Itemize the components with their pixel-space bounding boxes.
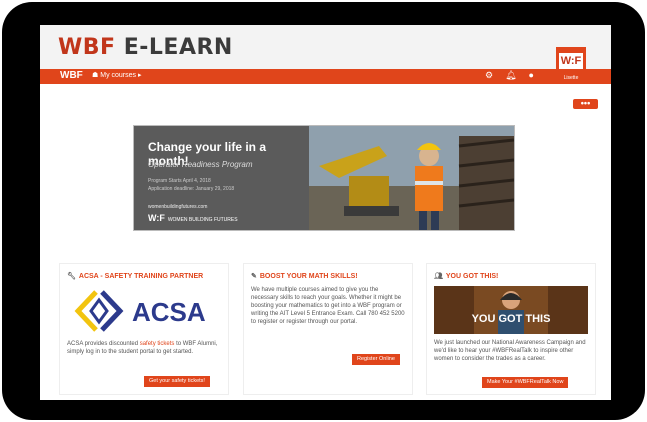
acsa-body-pre: ACSA provides discounted bbox=[67, 341, 140, 347]
get-safety-tickets-button[interactable]: Get your safety tickets! bbox=[144, 376, 210, 387]
safety-tickets-link[interactable]: safety tickets bbox=[140, 341, 175, 347]
image-caption: YOU GOT THIS bbox=[472, 313, 551, 325]
user-menu[interactable]: W:F Lisette bbox=[556, 47, 586, 84]
banner-logo-tag: WOMEN BUILDING FUTURES bbox=[167, 217, 238, 223]
group-icon: 👥︎ bbox=[434, 273, 443, 280]
math-card-title: ✎ BOOST YOUR MATH SKILLS! bbox=[251, 272, 358, 280]
you-got-this-title: 👥︎ YOU GOT THIS! bbox=[434, 272, 498, 280]
header: WBF E-LEARN bbox=[40, 25, 611, 69]
acsa-logo: ACSA bbox=[74, 290, 206, 332]
my-courses-menu[interactable]: ☗ My courses ▸ bbox=[92, 71, 141, 79]
pencil-icon: ✎ bbox=[251, 273, 257, 280]
banner-start-date: Program Starts April 4, 2018 bbox=[148, 178, 211, 184]
site-logo[interactable]: WBF E-LEARN bbox=[58, 35, 233, 60]
math-title-text: BOOST YOUR MATH SKILLS! bbox=[259, 273, 358, 280]
acsa-title-text: ACSA - SAFETY TRAINING PARTNER bbox=[78, 273, 204, 280]
device-frame: WBF E-LEARN WBF ☗ My courses ▸ ⚙ 🔔︎ ● W:… bbox=[2, 2, 645, 420]
you-got-this-body: We just launched our National Awareness … bbox=[434, 340, 586, 362]
banner-website: womenbuildingfutures.com bbox=[148, 204, 208, 210]
you-got-this-title-text: YOU GOT THIS! bbox=[445, 273, 499, 280]
avatar: W:F bbox=[559, 53, 583, 69]
acsa-card-body: ACSA provides discounted safety tickets … bbox=[67, 340, 223, 356]
math-card: ✎ BOOST YOUR MATH SKILLS! We have multipl… bbox=[243, 263, 413, 395]
banner-logo: W:F WOMEN BUILDING FUTURES bbox=[148, 213, 238, 223]
more-options-button[interactable]: ••• bbox=[573, 99, 598, 109]
you-got-this-image: YOU GOT THIS bbox=[434, 286, 588, 334]
math-card-body: We have multiple courses aimed to give y… bbox=[251, 287, 405, 325]
gear-icon[interactable]: ⚙ bbox=[485, 70, 493, 81]
courses-icon: ☗ bbox=[92, 72, 101, 79]
chat-icon[interactable]: ● bbox=[529, 70, 534, 81]
banner-deadline: Application deadline: January 29, 2018 bbox=[148, 186, 235, 192]
banner-logo-mark: W:F bbox=[148, 213, 165, 223]
my-courses-label: My courses ▸ bbox=[100, 72, 142, 79]
bell-icon[interactable]: 🔔︎ bbox=[505, 70, 516, 81]
acsa-card-title: 🔧︎ ACSA - SAFETY TRAINING PARTNER bbox=[67, 272, 203, 280]
promo-banner[interactable]: Change your life in a month! Operator Re… bbox=[133, 125, 515, 231]
wrench-icon: 🔧︎ bbox=[67, 273, 76, 280]
banner-text-panel: Change your life in a month! Operator Re… bbox=[134, 126, 309, 230]
acsa-card: 🔧︎ ACSA - SAFETY TRAINING PARTNER ACSA AC… bbox=[59, 263, 229, 395]
logo-suffix: E-LEARN bbox=[123, 35, 233, 60]
banner-photo bbox=[309, 126, 514, 230]
logo-prefix: WBF bbox=[58, 35, 116, 60]
banner-subtitle: Operator Readiness Program bbox=[148, 160, 253, 169]
register-online-button[interactable]: Register Online bbox=[352, 354, 400, 365]
acsa-logo-text: ACSA bbox=[132, 297, 206, 327]
screen: WBF E-LEARN WBF ☗ My courses ▸ ⚙ 🔔︎ ● W:… bbox=[40, 25, 611, 400]
nav-actions: ⚙ 🔔︎ ● bbox=[485, 70, 534, 81]
navbar: WBF ☗ My courses ▸ ⚙ 🔔︎ ● bbox=[40, 69, 611, 84]
you-got-this-card: 👥︎ YOU GOT THIS! YOU GOT THIS We just lau… bbox=[426, 263, 596, 395]
nav-home-link[interactable]: WBF bbox=[60, 70, 83, 81]
user-name: Lisette bbox=[563, 75, 579, 81]
make-realtalk-button[interactable]: Make Your #WBFRealTalk Now bbox=[482, 377, 569, 388]
